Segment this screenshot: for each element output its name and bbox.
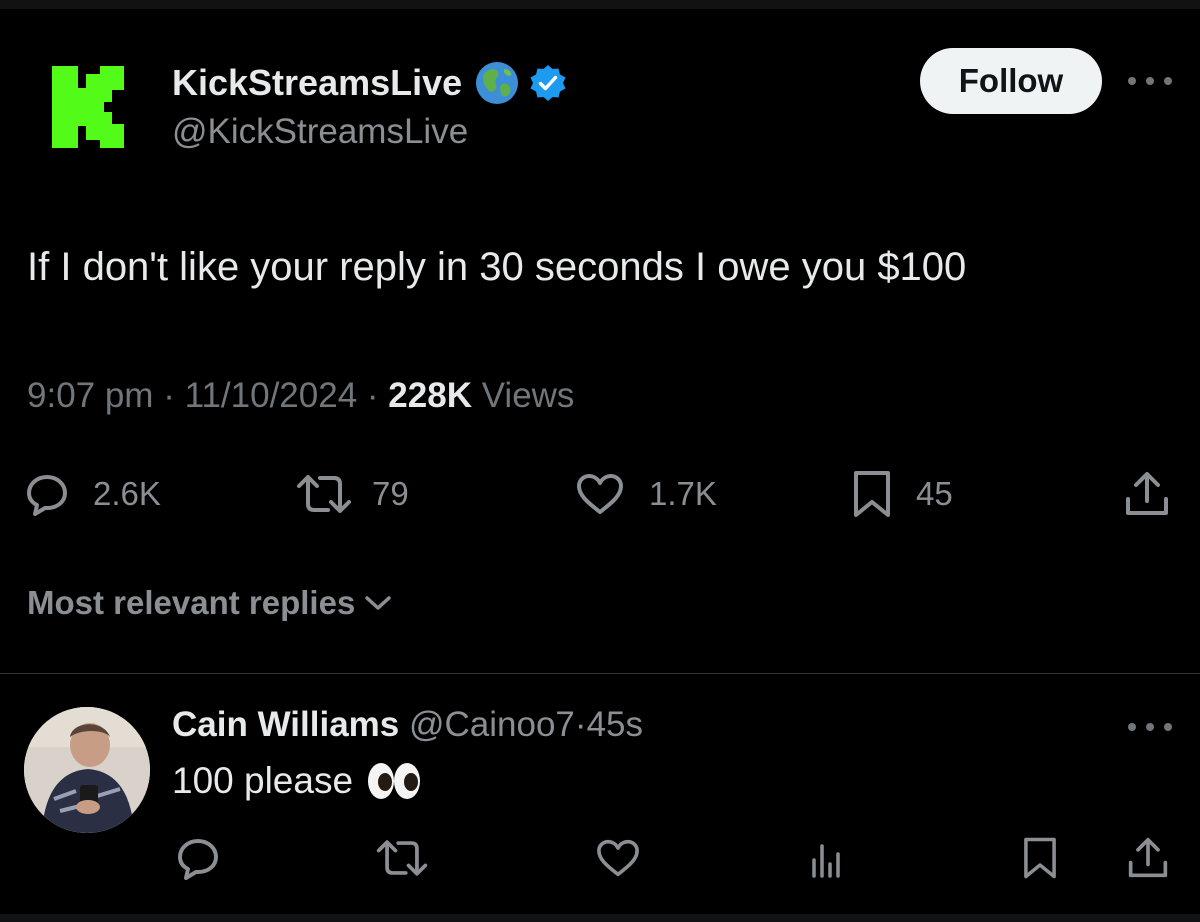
avatar[interactable] bbox=[24, 707, 150, 833]
more-options-icon[interactable] bbox=[1128, 66, 1172, 96]
like-count: 1.7K bbox=[649, 475, 717, 512]
reply-views-button[interactable] bbox=[796, 830, 856, 886]
share-action[interactable] bbox=[1124, 464, 1170, 524]
bottom-edge bbox=[0, 914, 1200, 922]
separator: · bbox=[366, 376, 389, 415]
reply-bookmark-button[interactable] bbox=[1010, 830, 1070, 886]
repost-icon bbox=[376, 840, 428, 876]
reply-header: Cain Williams @Cainoo7·45s bbox=[172, 705, 643, 745]
reply-reply-button[interactable] bbox=[168, 830, 228, 886]
reply-author-handle[interactable]: @Cainoo7 bbox=[409, 705, 575, 744]
speech-bubble-icon bbox=[178, 839, 218, 880]
share-icon bbox=[1126, 472, 1168, 515]
repost-count: 79 bbox=[372, 475, 409, 512]
like-action[interactable]: 1.7K bbox=[575, 464, 717, 524]
dot bbox=[1128, 723, 1136, 731]
bookmark-action[interactable]: 45 bbox=[852, 464, 953, 524]
reply-action[interactable]: 2.6K bbox=[25, 464, 161, 524]
views-count: 228K bbox=[388, 376, 472, 415]
dot bbox=[1128, 77, 1136, 85]
divider bbox=[0, 673, 1200, 674]
dot bbox=[1146, 77, 1154, 85]
bookmark-icon bbox=[1024, 837, 1056, 879]
heart-icon bbox=[597, 839, 639, 877]
bookmark-icon bbox=[854, 471, 890, 517]
chevron-down-icon bbox=[365, 596, 392, 610]
kick-logo-icon[interactable] bbox=[52, 66, 124, 148]
share-icon bbox=[1128, 837, 1168, 878]
replies-sort-dropdown[interactable]: Most relevant replies bbox=[27, 584, 393, 622]
verified-badge-icon bbox=[530, 65, 566, 101]
dot bbox=[1146, 723, 1154, 731]
views-label: Views bbox=[481, 376, 575, 415]
reply-count: 2.6K bbox=[93, 475, 161, 512]
author-name-row[interactable]: KickStreamsLive bbox=[172, 60, 568, 106]
reply-share-button[interactable] bbox=[1118, 830, 1178, 886]
separator: · bbox=[574, 705, 587, 744]
replies-sort-label: Most relevant replies bbox=[27, 584, 356, 621]
dot bbox=[1164, 77, 1172, 85]
eyes-emoji-icon bbox=[368, 763, 421, 799]
author-name[interactable]: KickStreamsLive bbox=[172, 62, 462, 104]
bar-chart-icon bbox=[812, 844, 840, 878]
dot bbox=[1164, 723, 1172, 731]
reply-repost-button[interactable] bbox=[372, 830, 432, 886]
separator: · bbox=[163, 376, 185, 415]
follow-button[interactable]: Follow bbox=[920, 48, 1102, 114]
author-handle[interactable]: @KickStreamsLive bbox=[172, 112, 468, 152]
reply-text: 100 please bbox=[172, 760, 354, 801]
reply-text-row: 100 please bbox=[172, 760, 421, 802]
speech-bubble-icon bbox=[27, 475, 67, 516]
tweet-date[interactable]: 11/10/2024 bbox=[185, 376, 358, 415]
tweet-meta: 9:07 pm · 11/10/2024 · 228K Views bbox=[27, 376, 574, 416]
reply-more-options-icon[interactable] bbox=[1128, 712, 1172, 742]
reply-time[interactable]: 45s bbox=[587, 705, 643, 744]
tweet-time[interactable]: 9:07 pm bbox=[27, 376, 153, 415]
reply-author-name[interactable]: Cain Williams bbox=[172, 705, 399, 744]
top-edge bbox=[0, 0, 1200, 9]
repost-icon bbox=[297, 475, 351, 513]
tweet-text: If I don't like your reply in 30 seconds… bbox=[27, 245, 967, 289]
reply-like-button[interactable] bbox=[588, 830, 648, 886]
bookmark-count: 45 bbox=[916, 475, 953, 512]
repost-action[interactable]: 79 bbox=[294, 464, 409, 524]
heart-icon bbox=[577, 474, 623, 514]
avatar-photo bbox=[24, 707, 150, 833]
globe-emoji-icon bbox=[476, 62, 519, 104]
